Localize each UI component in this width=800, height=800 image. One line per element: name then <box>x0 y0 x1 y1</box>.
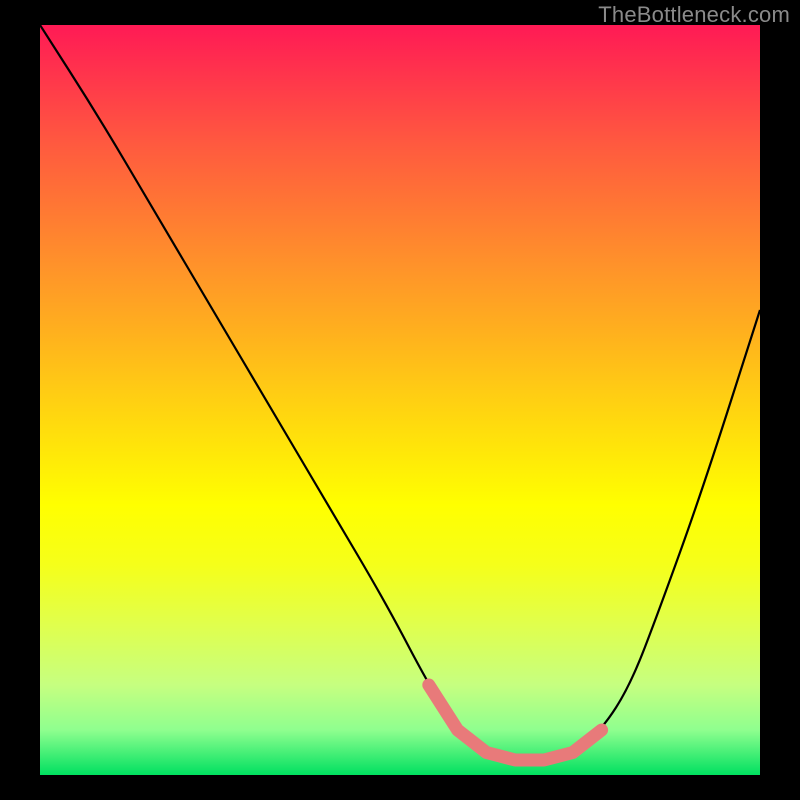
curve-layer <box>40 25 760 775</box>
optimal-band-marker <box>429 685 602 760</box>
plot-area <box>40 25 760 775</box>
bottleneck-curve <box>40 25 760 760</box>
chart-container: TheBottleneck.com <box>0 0 800 800</box>
